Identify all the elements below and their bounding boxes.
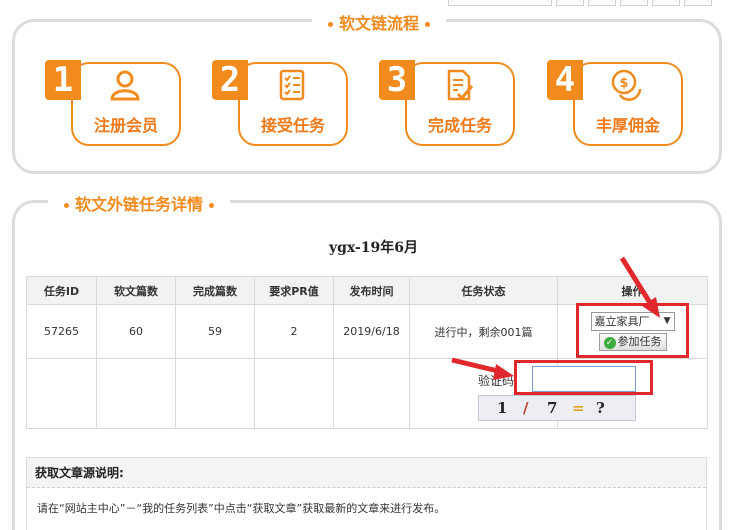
site-select[interactable]: 嘉立家具厂 ▼ <box>590 312 675 331</box>
step-label: 接受任务 <box>260 116 325 135</box>
article-source-note: 获取文章源说明: 请在“网站主中心”－“我的任务列表”中点击“获取文章”获取最新… <box>26 457 707 530</box>
toolbar-button[interactable] <box>652 0 680 6</box>
verify-code-input[interactable] <box>532 366 636 392</box>
empty-cell <box>333 358 410 429</box>
details-title: 软文外链任务详情 <box>48 191 231 215</box>
checklist-icon <box>279 69 305 101</box>
coin-icon: $ <box>611 69 642 101</box>
step-label: 注册会员 <box>93 116 158 135</box>
col-publish-date: 发布时间 <box>333 276 410 305</box>
process-title-text: 软文链流程 <box>339 14 420 33</box>
captcha-char: 7 <box>547 399 558 417</box>
table-row: 57265 60 59 2 2019/6/18 进行中，剩余001篇 嘉立家具厂… <box>26 304 708 359</box>
captcha-char: ? <box>596 399 605 417</box>
step-number: 3 <box>379 60 415 100</box>
table-header-row: 任务ID 软文篇数 完成篇数 要求PR值 发布时间 任务状态 操作 <box>26 276 708 305</box>
title-dot <box>64 203 69 208</box>
top-toolbar <box>448 0 747 6</box>
captcha-char: = <box>572 399 585 417</box>
toolbar-button[interactable] <box>684 0 712 6</box>
process-title: 软文链流程 <box>312 10 447 34</box>
step-label: 丰厚佣金 <box>595 116 660 135</box>
cell-pr-value: 2 <box>254 304 334 359</box>
captcha-char: / <box>523 399 529 417</box>
cell-completed-count: 59 <box>175 304 255 359</box>
task-name: ygx-19年6月 <box>328 240 419 256</box>
toolbar-button[interactable] <box>556 0 584 6</box>
col-completed-count: 完成篇数 <box>175 276 255 305</box>
captcha-image[interactable]: 1 / 7 = ? <box>478 395 636 421</box>
join-task-label: 参加任务 <box>617 335 662 348</box>
document-check-icon <box>447 69 474 101</box>
empty-cell <box>96 358 176 429</box>
step-complete: 3 完成任务 <box>379 60 515 146</box>
toolbar-button[interactable] <box>620 0 648 6</box>
note-title: 获取文章源说明: <box>27 458 706 488</box>
step-label: 完成任务 <box>427 116 492 135</box>
captcha-char: 1 <box>497 399 508 417</box>
toolbar-segment[interactable] <box>448 0 552 6</box>
empty-cell <box>26 358 97 429</box>
cell-article-count: 60 <box>96 304 176 359</box>
cell-task-id: 57265 <box>26 304 97 359</box>
col-actions: 操作 <box>557 276 708 305</box>
cell-publish-date: 2019/6/18 <box>333 304 410 359</box>
step-number: 1 <box>45 60 81 100</box>
empty-cell <box>175 358 255 429</box>
svg-text:$: $ <box>619 76 628 91</box>
step-number: 4 <box>547 60 583 100</box>
cell-actions: 嘉立家具厂 ▼ ✓ 参加任务 <box>557 304 708 359</box>
col-task-status: 任务状态 <box>409 276 558 305</box>
step-number: 2 <box>212 60 248 100</box>
details-title-text: 软文外链任务详情 <box>75 195 204 214</box>
join-task-button[interactable]: ✓ 参加任务 <box>598 333 667 351</box>
toolbar-button[interactable] <box>588 0 616 6</box>
user-icon <box>110 70 140 101</box>
col-pr-value: 要求PR值 <box>254 276 334 305</box>
verify-code-label: 验证码: <box>478 374 519 388</box>
step-commission: 4 $ 丰厚佣金 <box>547 60 683 146</box>
site-select-value: 嘉立家具厂 <box>594 315 650 328</box>
cell-task-status: 进行中，剩余001篇 <box>409 304 558 359</box>
empty-cell <box>254 358 334 429</box>
col-article-count: 软文篇数 <box>96 276 176 305</box>
title-dot <box>209 203 215 208</box>
note-text: 请在“网站主中心”－“我的任务列表”中点击“获取文章”获取最新的文章来进行发布。 <box>37 502 446 515</box>
check-circle-icon: ✓ <box>603 337 616 349</box>
title-dot <box>328 22 333 27</box>
step-register: 1 注册会员 <box>45 60 181 146</box>
title-dot <box>425 22 431 27</box>
step-accept: 2 接受任务 <box>212 60 348 146</box>
col-task-id: 任务ID <box>26 276 97 305</box>
chevron-down-icon: ▼ <box>663 316 671 326</box>
